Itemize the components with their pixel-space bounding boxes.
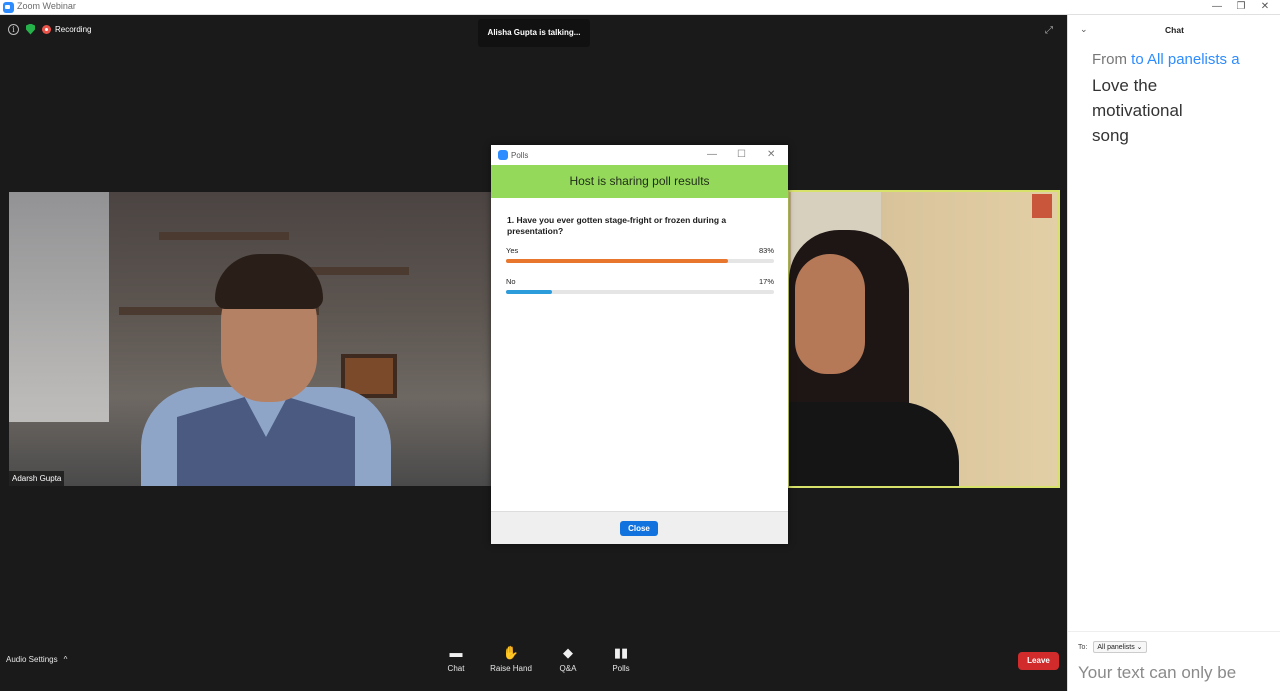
chat-message-meta: From to All panelists a [1092,51,1280,68]
chat-compose-area: To: All panelists ⌄ Your text can only b… [1068,631,1280,691]
polls-maximize-button[interactable]: ☐ [737,149,746,160]
participant-hair [215,254,323,309]
talking-indicator: Alisha Gupta is talking... [478,19,590,47]
poll-option: No 17% [506,277,774,294]
video-tile-active-speaker[interactable] [787,190,1060,488]
chat-message-from: From [1092,51,1127,68]
leave-button[interactable]: Leave [1018,652,1059,670]
close-poll-button[interactable]: Close [620,521,658,536]
polls-button[interactable]: ▮▮ Polls [596,645,646,674]
poll-result-bar-fill [506,259,729,263]
chat-message-recipient: to All panelists a [1131,51,1240,68]
poll-option: Yes 83% [506,246,774,263]
polls-icon: ▮▮ [613,645,629,660]
polls-close-icon[interactable]: ✕ [767,149,775,160]
zoom-app-icon [498,150,508,160]
polls-header: Host is sharing poll results [491,165,788,198]
restore-button[interactable]: ❐ [1229,0,1253,15]
polls-label: Polls [612,664,630,673]
background-shelf [309,267,409,275]
poll-option-percent: 17% [758,277,774,286]
participant-face [795,254,865,374]
polls-titlebar: Polls — ☐ ✕ [491,145,788,165]
poll-result-bar-fill [506,290,552,294]
poll-question: 1. Have you ever gotten stage-fright or … [507,215,727,236]
chat-to-label: To: [1078,643,1088,651]
audio-settings-label: Audio Settings [6,655,58,664]
background-poster [1032,194,1052,218]
poll-option-percent: 83% [758,246,774,255]
participant-body [789,402,959,486]
polls-window-title: Polls [511,151,529,160]
chat-button[interactable]: ▬ Chat [431,645,481,674]
record-icon [42,24,51,34]
polls-minimize-button[interactable]: — [707,149,717,160]
shield-icon[interactable] [26,23,35,35]
chat-button-label: Chat [447,664,465,673]
info-icon[interactable]: i [8,23,19,35]
chat-title: Chat [1165,25,1184,35]
chat-recipient-select[interactable]: All panelists ⌄ [1093,641,1147,653]
chat-panel: ⌄ Chat From to All panelists a Love the … [1067,15,1280,691]
polls-dialog: Polls — ☐ ✕ Host is sharing poll results… [491,145,788,544]
meeting-info-bar: i Recording [8,23,91,35]
raise-hand-button[interactable]: ✋ Raise Hand [486,645,536,674]
poll-result-bar [506,259,774,263]
chat-recipient-row: To: All panelists ⌄ [1078,641,1147,653]
window-titlebar: Zoom Webinar — ❐ ✕ [0,0,1280,15]
recording-indicator[interactable]: Recording [42,24,92,34]
qa-button[interactable]: ◆ Q&A [543,645,593,674]
qa-label: Q&A [559,664,577,673]
poll-result-bar [506,290,774,294]
polls-footer: Close [491,511,788,544]
fullscreen-icon[interactable]: ⤢ [1045,25,1053,36]
chat-header: ⌄ Chat [1068,15,1280,45]
minimize-button[interactable]: — [1205,0,1229,15]
chevron-up-icon: ^ [63,655,68,664]
background-window [9,192,109,422]
poll-option-label: No [506,277,516,286]
recording-label: Recording [55,24,92,34]
chat-bubble-icon: ▬ [449,645,463,660]
raise-hand-label: Raise Hand [490,664,532,673]
chat-input[interactable]: Your text can only be [1078,660,1278,691]
chat-message-text: Love the motivational song [1092,76,1183,145]
participant-name-label: Adarsh Gupta [9,471,65,486]
qa-icon: ◆ [563,645,573,660]
hand-icon: ✋ [502,645,520,660]
video-tile-adarsh[interactable]: Adarsh Gupta [9,192,492,486]
audio-settings-button[interactable]: Audio Settings ^ [6,655,67,664]
close-window-button[interactable]: ✕ [1253,0,1277,15]
poll-option-label: Yes [506,246,519,255]
window-title: Zoom Webinar [17,1,76,11]
background-shelf [159,232,289,240]
zoom-app-icon [3,2,14,13]
